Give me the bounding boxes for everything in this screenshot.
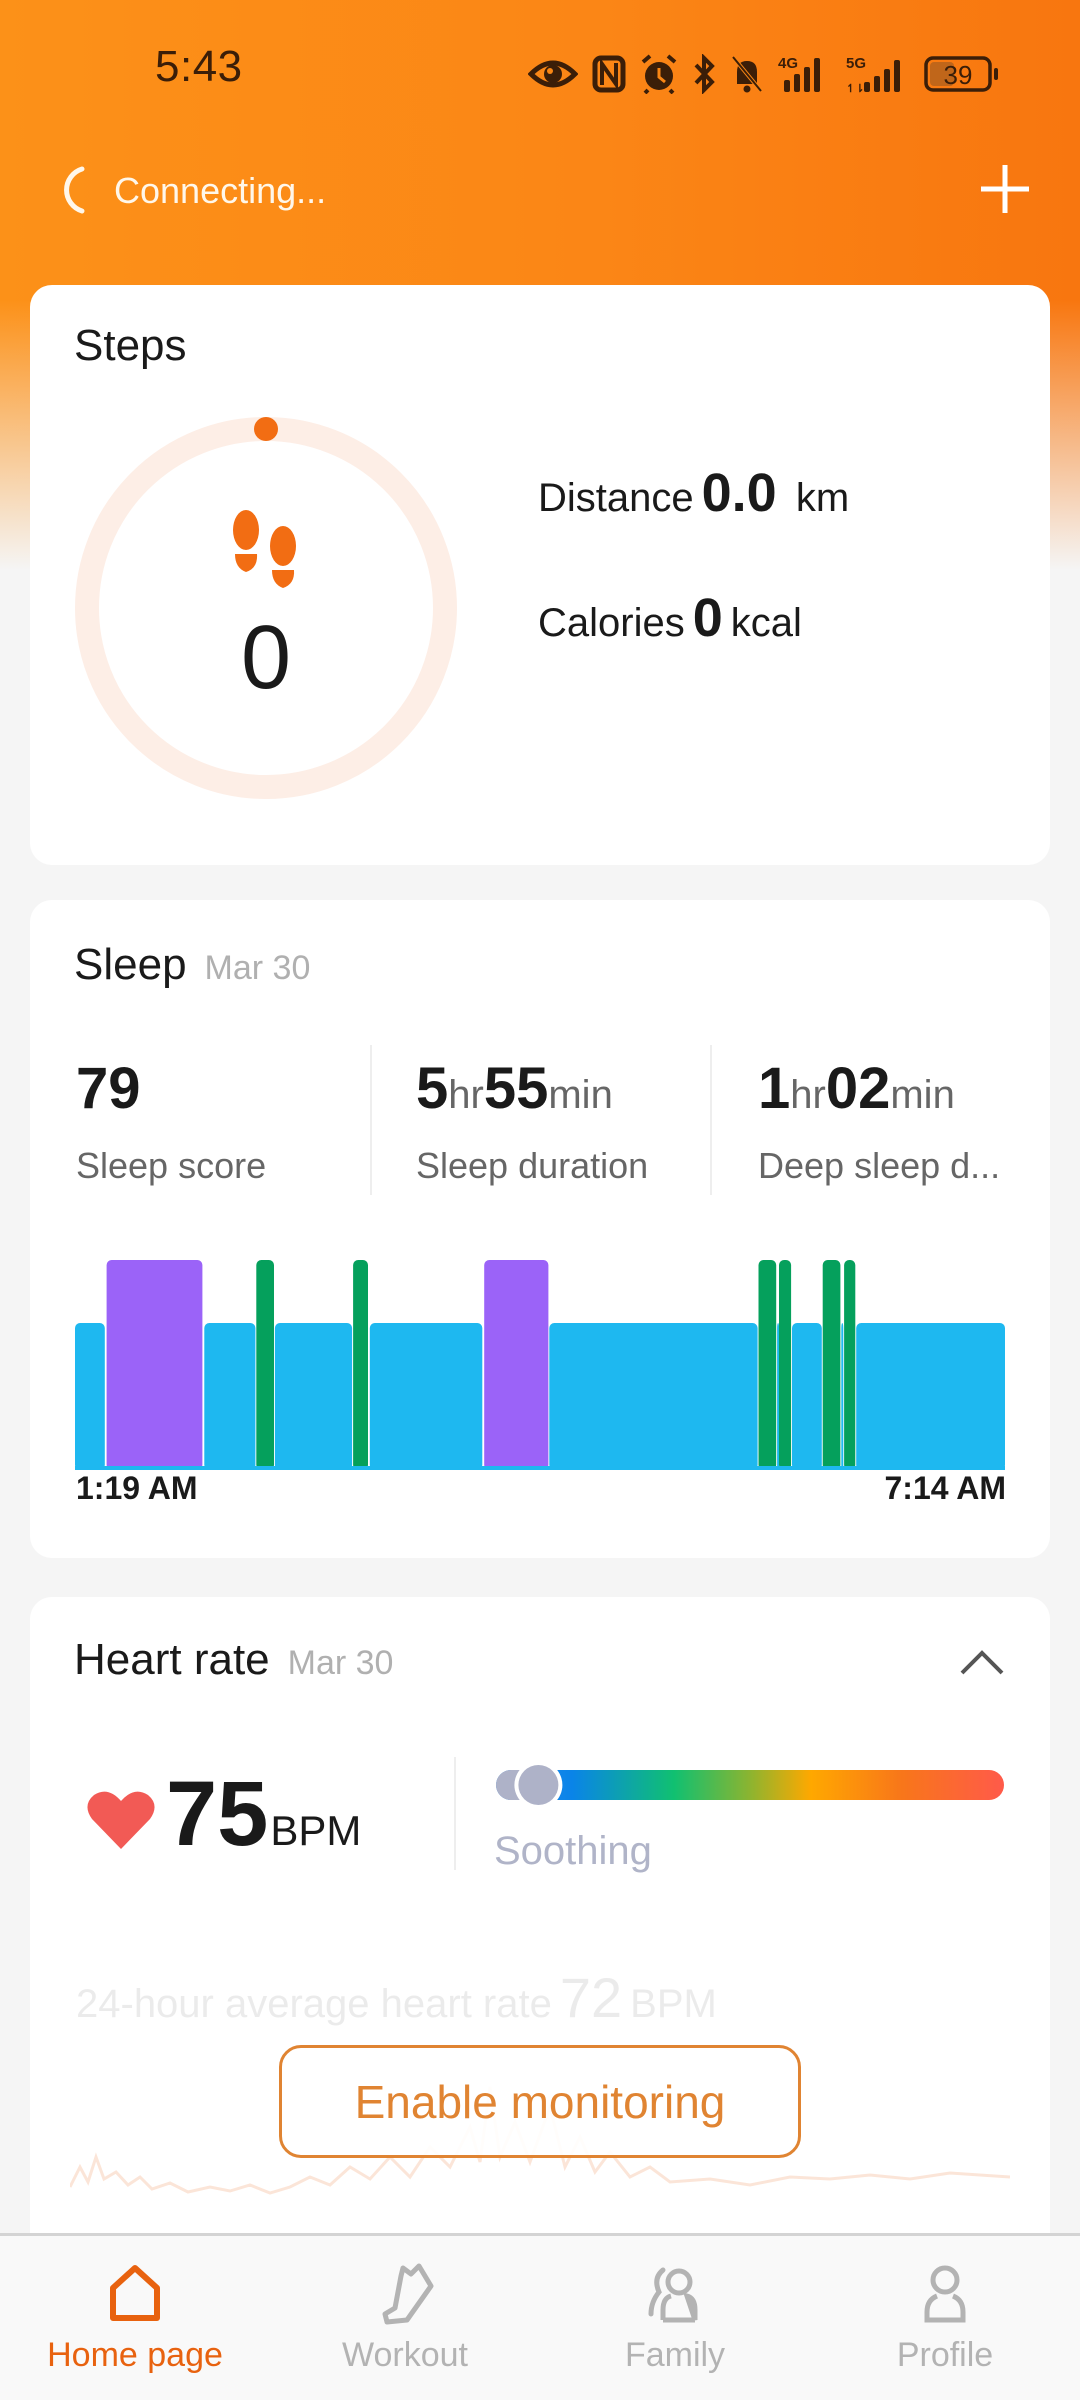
heart-rate-title-text: Heart rate — [74, 1635, 270, 1684]
sleep-stats: 79 Sleep score 5hr55min Sleep duration 1… — [30, 1045, 1050, 1195]
heart-rate-date: Mar 30 — [287, 1644, 394, 1682]
enable-monitoring-button[interactable]: Enable monitoring — [279, 2045, 801, 2158]
calories-value: 0 — [692, 588, 723, 648]
sleep-segment-rem — [353, 1260, 368, 1470]
sleep-segment-light — [204, 1323, 256, 1470]
steps-title: Steps — [74, 321, 187, 370]
sleep-segment-rem — [822, 1260, 841, 1470]
average-heart-rate: 24-hour average heart rate 72 BPM — [76, 1966, 717, 2029]
battery-icon: 39 — [924, 56, 998, 92]
sleep-title-text: Sleep — [74, 940, 187, 989]
connection-status: Connecting... — [114, 170, 327, 211]
bluetooth-icon — [694, 54, 715, 94]
divider — [710, 1045, 712, 1195]
sleep-segment-light — [549, 1323, 758, 1470]
sleep-date: Mar 30 — [204, 949, 311, 987]
sleep-segment-rem — [256, 1260, 274, 1470]
heart-rate-value: 75BPM — [166, 1763, 362, 1865]
sleep-segment-light — [841, 1323, 844, 1470]
svg-text:4G: 4G — [778, 55, 798, 72]
sleep-segment-light — [274, 1323, 353, 1470]
sleep-card[interactable]: Sleep Mar 30 79 Sleep score 5hr55min Slee… — [30, 900, 1050, 1558]
plus-icon[interactable] — [978, 162, 1032, 216]
heart-icon — [87, 1791, 155, 1849]
heart-rate-zone-gauge — [496, 1761, 1004, 1809]
bottom-navigation: Home page Workout Family Profile — [0, 2233, 1080, 2400]
sleep-segment-deep — [484, 1260, 549, 1470]
calories-metric: Calories 0 kcal — [538, 587, 802, 649]
nav-home[interactable]: Home page — [0, 2236, 270, 2400]
sleep-segment-deep — [106, 1260, 203, 1470]
heart-rate-title: Heart rate Mar 30 — [74, 1635, 393, 1685]
deep-sleep-value: 1hr02min — [758, 1056, 955, 1121]
sleep-segment-light — [75, 1323, 105, 1470]
steps-card[interactable]: Steps 0 Distance 0.0 km Calories 0 kcal — [30, 285, 1050, 865]
shoe-icon — [382, 2263, 434, 2325]
sleep-end-time: 7:14 AM — [884, 1470, 1006, 1506]
nav-workout-label: Workout — [342, 2336, 468, 2374]
sleep-segment-light — [369, 1323, 483, 1470]
sleep-score-label: Sleep score — [76, 1145, 267, 1186]
home-icon — [110, 2265, 160, 2321]
heart-rate-zone: Soothing — [494, 1829, 652, 1873]
bell-off-icon — [731, 55, 763, 93]
nav-workout[interactable]: Workout — [270, 2236, 540, 2400]
sleep-title: Sleep Mar 30 — [74, 940, 310, 990]
nav-family-label: Family — [624, 2336, 726, 2374]
profile-icon — [924, 2265, 966, 2323]
nfc-icon — [592, 55, 626, 93]
distance-value: 0.0 — [701, 463, 777, 523]
signal-4g-icon: 4G — [778, 55, 820, 92]
nav-profile[interactable]: Profile — [810, 2236, 1080, 2400]
sleep-segment-rem — [758, 1260, 777, 1470]
svg-text:39: 39 — [944, 60, 973, 90]
nav-profile-label: Profile — [896, 2336, 994, 2374]
signal-5g-icon: 5G ↿⇂ — [846, 55, 900, 94]
divider — [370, 1045, 372, 1195]
family-icon — [648, 2267, 698, 2323]
calories-unit: kcal — [730, 601, 802, 645]
nav-family[interactable]: Family — [540, 2236, 810, 2400]
status-time: 5:43 — [155, 42, 243, 91]
svg-text:↿⇂: ↿⇂ — [846, 83, 864, 94]
alarm-icon — [641, 54, 677, 94]
chevron-up-icon[interactable] — [958, 1647, 1006, 1677]
gauge-track — [496, 1770, 1004, 1800]
distance-label: Distance — [538, 476, 694, 520]
chart-baseline — [75, 1466, 1005, 1470]
svg-text:5G: 5G — [846, 55, 866, 72]
footprints-icon — [233, 510, 296, 588]
sleep-segment-light — [856, 1323, 1005, 1470]
calories-label: Calories — [538, 601, 685, 645]
sleep-score-value: 79 — [76, 1056, 141, 1121]
sleep-stage-chart[interactable] — [75, 1250, 1005, 1470]
nav-home-label: Home page — [47, 2336, 223, 2374]
sleep-segment-rem — [844, 1260, 856, 1470]
divider — [454, 1757, 456, 1870]
deep-sleep-label: Deep sleep d... — [758, 1145, 1001, 1186]
eye-icon — [528, 60, 578, 88]
status-icons: 4G 5G ↿⇂ 39 — [528, 50, 1000, 98]
sleep-duration-label: Sleep duration — [416, 1145, 649, 1186]
heart-rate-card[interactable]: Heart rate Mar 30 75BPM Soothing 24-hour … — [30, 1597, 1050, 2277]
progress-dot — [254, 417, 278, 441]
distance-unit: km — [795, 476, 850, 520]
sleep-segment-light — [777, 1323, 780, 1470]
steps-count: 0 — [240, 608, 292, 708]
loading-spinner-icon — [64, 166, 85, 214]
sleep-duration-value: 5hr55min — [416, 1056, 613, 1121]
distance-metric: Distance 0.0 km — [538, 462, 849, 524]
sleep-segment-light — [792, 1323, 822, 1470]
sleep-segment-rem — [779, 1260, 792, 1470]
sleep-start-time: 1:19 AM — [76, 1470, 198, 1506]
gauge-thumb-fill — [518, 1765, 559, 1805]
